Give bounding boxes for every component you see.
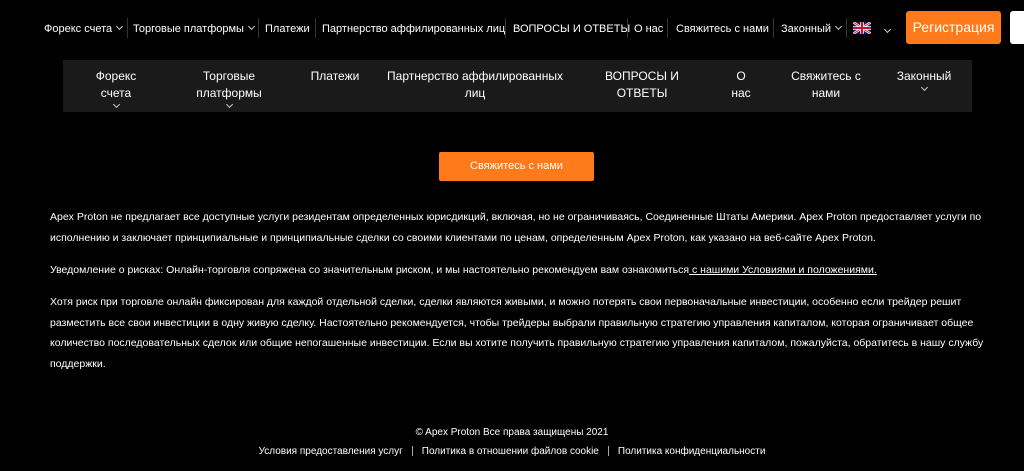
subnav-forex-accounts[interactable]: Форекс счета xyxy=(85,68,147,109)
language-dropdown[interactable] xyxy=(880,22,892,40)
uk-flag-icon[interactable] xyxy=(853,22,871,34)
nav-legal[interactable]: Законный xyxy=(781,22,843,36)
register-button[interactable]: Регистрация xyxy=(906,11,1001,44)
nav-faq[interactable]: ВОПРОСЫ И ОТВЕТЫ xyxy=(513,22,630,36)
subnav-about[interactable]: О нас xyxy=(723,68,759,102)
login-button[interactable] xyxy=(1010,11,1024,44)
subnav-about-line2: нас xyxy=(731,86,751,100)
nav-divider xyxy=(315,18,316,38)
disclaimer-risk-notice: Уведомление о рисках: Онлайн-торговля со… xyxy=(50,260,990,281)
contact-us-button[interactable]: Свяжитесь с нами xyxy=(439,152,594,181)
subnav-faq[interactable]: ВОПРОСЫ И ОТВЕТЫ xyxy=(600,68,684,102)
subnav-contact-line2: нами xyxy=(811,86,841,100)
subnav-platforms-line1: Торговые xyxy=(202,69,256,83)
subnav-contact[interactable]: Свяжитесь с нами xyxy=(781,68,871,102)
subnav-legal-label: Законный xyxy=(896,69,952,83)
disclaimer-services: Apex Proton не предлагает все доступные … xyxy=(50,211,982,244)
subnav-payments-label: Платежи xyxy=(310,69,360,83)
subnav-affiliate-line2: лиц xyxy=(464,86,486,100)
subnav-forex-line2: счета xyxy=(100,86,132,100)
nav-divider xyxy=(846,18,847,38)
subnav-platforms-line2: платформы xyxy=(196,86,262,100)
chevron-down-icon xyxy=(225,100,233,109)
subnav-trading-platforms[interactable]: Торговые платформы xyxy=(189,68,269,109)
subnav-payments[interactable]: Платежи xyxy=(305,68,365,85)
subnav-affiliate-line1: Партнерство аффилированных xyxy=(387,69,563,83)
secondary-navigation: Форекс счета Торговые платформы Платежи … xyxy=(63,60,972,112)
disclaimer-risk-details: Хотя риск при торговле онлайн фиксирован… xyxy=(50,296,984,370)
footer-divider xyxy=(411,446,413,457)
nav-divider xyxy=(258,18,259,38)
nav-divider xyxy=(667,18,668,38)
nav-about[interactable]: О нас xyxy=(634,22,663,36)
chevron-down-icon xyxy=(834,22,843,31)
nav-divider xyxy=(505,18,506,38)
copyright-text: © Apex Proton Все права защищены 2021 xyxy=(415,427,609,438)
chevron-down-icon xyxy=(112,100,120,109)
subnav-about-line1: О xyxy=(736,69,746,83)
subnav-faq-line1: ВОПРОСЫ И xyxy=(605,69,679,83)
footer-links: Условия предоставления услуг Политика в о… xyxy=(0,446,1024,457)
chevron-down-icon xyxy=(920,83,928,92)
nav-legal-label: Законный xyxy=(781,23,832,35)
nav-affiliate[interactable]: Партнерство аффилированных лиц xyxy=(322,22,505,36)
nav-divider xyxy=(127,18,128,38)
risk-notice-text: Уведомление о рисках: Онлайн-торговля со… xyxy=(50,264,690,276)
footer-divider xyxy=(607,446,609,457)
top-navigation: Форекс счета Торговые платформы Платежи … xyxy=(0,0,1024,56)
nav-forex-accounts[interactable]: Форекс счета xyxy=(44,22,124,36)
terms-conditions-link[interactable]: с нашими Условиями и положениями. xyxy=(689,264,877,276)
nav-divider xyxy=(773,18,774,38)
chevron-down-icon xyxy=(247,22,255,31)
nav-payments[interactable]: Платежи xyxy=(265,22,310,36)
nav-platforms-label: Торговые платформы xyxy=(133,23,244,35)
footer-cookie-policy-link[interactable]: Политика в отношении файлов cookie xyxy=(422,446,599,457)
subnav-legal[interactable]: Законный xyxy=(889,68,959,92)
footer-privacy-policy-link[interactable]: Политика конфиденциальности xyxy=(618,446,766,457)
chevron-down-icon xyxy=(883,25,892,34)
chevron-down-icon xyxy=(116,22,124,31)
subnav-affiliate[interactable]: Партнерство аффилированных лиц xyxy=(385,68,565,102)
subnav-forex-line1: Форекс xyxy=(95,69,137,83)
nav-divider xyxy=(627,18,628,38)
nav-contact[interactable]: Свяжитесь с нами xyxy=(676,22,769,36)
subnav-faq-line2: ОТВЕТЫ xyxy=(616,86,668,100)
footer-terms-link[interactable]: Условия предоставления услуг xyxy=(259,446,403,457)
nav-trading-platforms[interactable]: Торговые платформы xyxy=(133,22,255,36)
nav-forex-label: Форекс счета xyxy=(44,23,113,35)
subnav-contact-line1: Свяжитесь с xyxy=(791,69,861,83)
